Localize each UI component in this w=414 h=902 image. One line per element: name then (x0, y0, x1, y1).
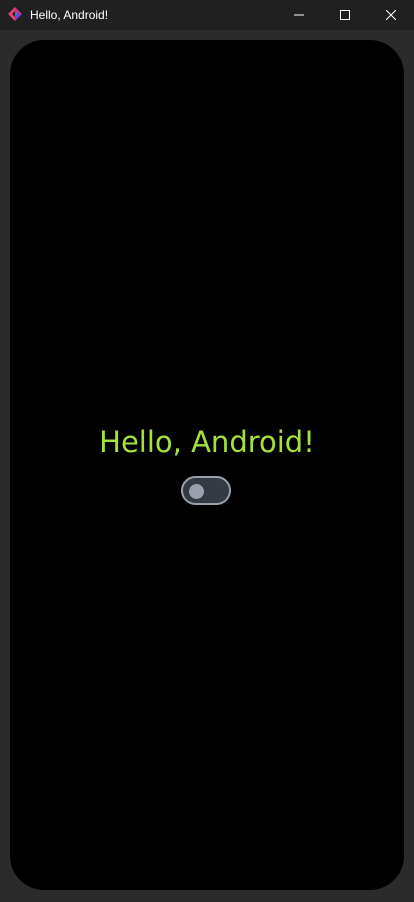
title-bar[interactable]: Hello, Android! (0, 0, 414, 30)
app-logo-icon (8, 7, 22, 21)
close-icon (386, 10, 396, 20)
greeting-text: Hello, Android! (99, 425, 315, 459)
device-screen: Hello, Android! (10, 40, 404, 890)
app-content: Hello, Android! (10, 40, 404, 890)
maximize-button[interactable] (322, 0, 368, 30)
maximize-icon (340, 10, 350, 20)
toggle-switch[interactable] (181, 476, 231, 505)
minimize-button[interactable] (276, 0, 322, 30)
toggle-knob (189, 483, 204, 499)
app-window: Hello, Android! Hello, Android! (0, 0, 414, 902)
window-title: Hello, Android! (30, 8, 109, 22)
close-button[interactable] (368, 0, 414, 30)
minimize-icon (294, 14, 304, 16)
